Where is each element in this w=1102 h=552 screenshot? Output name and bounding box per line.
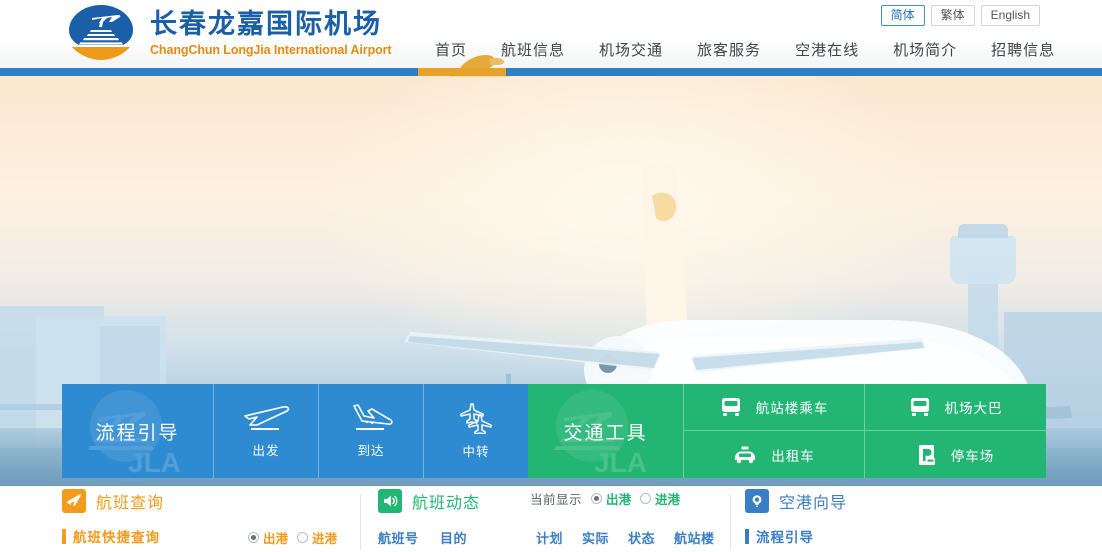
nav-label-flight-info: 航班信息 <box>501 42 566 59</box>
transport-grid: 航站楼乘车 机场大巴 出租车 停车场 <box>684 384 1046 478</box>
radio-departure-button[interactable] <box>248 532 259 543</box>
airport-guide-subtitle: 流程引导 <box>756 530 814 545</box>
transport-parking[interactable]: 停车场 <box>865 431 1046 478</box>
flight-query-subrow: 航班快捷查询 出港 进港 <box>62 524 392 548</box>
flight-query-subtitle: 航班快捷查询 <box>73 530 160 545</box>
arrival-plane-icon <box>353 404 393 430</box>
flight-query-direction-radios: 出港 进港 <box>248 528 337 547</box>
flight-status-title: 航班动态 <box>412 495 481 512</box>
nav-label-about: 机场简介 <box>893 42 958 59</box>
main-navigation: 首页 航班信息 机场交通 旅客服务 空港在线 机场简介 招聘信息 <box>418 40 1072 77</box>
airport-guide-title: 空港向导 <box>779 495 848 512</box>
tile-label-departure: 出发 <box>252 444 280 458</box>
column-header-flight-no: 航班号 <box>378 530 419 546</box>
lang-button-simplified[interactable]: 简体 <box>880 5 925 26</box>
airport-guide-subrow: 流程引导 <box>745 524 1045 548</box>
page-root: 长春龙嘉国际机场 ChangChun LongJia International… <box>0 0 1102 552</box>
lang-button-traditional[interactable]: 繁体 <box>930 5 975 26</box>
tile-arrival[interactable]: 到达 <box>319 384 424 478</box>
flight-status-direction-radios: 出港 进港 <box>591 489 680 508</box>
transport-label-airport-bus: 机场大巴 <box>944 401 1003 416</box>
airport-roundel-logo-icon <box>62 3 140 61</box>
current-display-label: 当前显示 <box>530 493 583 507</box>
plane-icon <box>62 489 86 513</box>
lang-button-english[interactable]: English <box>980 5 1040 26</box>
nav-item-recruitment[interactable]: 招聘信息 <box>974 40 1072 62</box>
nav-item-airport-transport[interactable]: 机场交通 <box>582 40 680 62</box>
site-logo[interactable]: 长春龙嘉国际机场 ChangChun LongJia International… <box>62 3 392 61</box>
transport-label-parking: 停车场 <box>950 448 995 464</box>
orange-tick-marker <box>62 528 66 544</box>
transport-label: 交通工具 <box>563 422 648 444</box>
flight-status-table-header: 航班号 目的 计划 实际 状态 航站楼 <box>378 526 730 548</box>
flight-status-header: 航班动态 当前显示 出港 进港 <box>378 486 730 516</box>
blue-tick-marker <box>745 528 749 544</box>
column-divider <box>730 494 731 550</box>
flight-query-header: 航班查询 <box>62 486 392 516</box>
bottom-section: 航班查询 航班快捷查询 出港 进港 航班动态 当前显示 出港 进港 航班号 目的… <box>0 486 1102 552</box>
active-nav-indicator <box>418 68 506 76</box>
logo-title-en: ChangChun LongJia International Airport <box>150 43 392 57</box>
status-radio-departure-label: 出港 <box>606 493 632 507</box>
status-radio-departure-button[interactable] <box>591 493 603 504</box>
nav-label-airport-online: 空港在线 <box>795 42 860 59</box>
nav-label-home: 首页 <box>435 42 468 59</box>
parking-icon <box>918 444 935 465</box>
taxi-icon <box>735 446 756 463</box>
transport-label-terminal-shuttle: 航站楼乘车 <box>755 401 829 416</box>
column-header-terminal: 航站楼 <box>674 530 715 546</box>
status-radio-arrival[interactable]: 进港 <box>640 489 680 508</box>
flight-status-controls: 当前显示 出港 进港 <box>530 489 680 508</box>
tile-transfer[interactable]: 中转 <box>424 384 528 478</box>
column-header-actual: 实际 <box>582 530 610 546</box>
header-accent-bar <box>0 68 1102 76</box>
speaker-icon <box>378 489 402 513</box>
tile-departure[interactable]: 出发 <box>214 384 319 478</box>
radio-arrival-button[interactable] <box>297 532 309 543</box>
logo-title-cn: 长春龙嘉国际机场 <box>150 9 382 39</box>
bus-icon <box>910 398 929 416</box>
language-switcher: 简体 繁体 English <box>880 5 1040 26</box>
transport-title[interactable]: 交通工具 <box>528 384 684 478</box>
bus-icon <box>721 398 740 416</box>
nav-label-passenger-service: 旅客服务 <box>697 42 762 59</box>
status-radio-arrival-label: 进港 <box>655 493 681 507</box>
tile-label-arrival: 到达 <box>357 444 385 458</box>
transport-taxi[interactable]: 出租车 <box>684 431 865 478</box>
radio-departure[interactable]: 出港 <box>248 528 288 547</box>
radio-arrival[interactable]: 进港 <box>297 528 337 547</box>
status-radio-arrival-button[interactable] <box>640 493 652 504</box>
airport-guide-panel: 空港向导 流程引导 <box>745 486 1045 552</box>
nav-item-airport-online[interactable]: 空港在线 <box>778 40 876 62</box>
transport-airport-bus[interactable]: 机场大巴 <box>865 384 1046 431</box>
flight-query-title: 航班查询 <box>96 495 165 512</box>
departure-plane-icon <box>244 406 290 430</box>
nav-item-about[interactable]: 机场简介 <box>876 40 974 62</box>
flight-status-panel: 航班动态 当前显示 出港 进港 航班号 目的 计划 实际 状态 航站楼 <box>378 486 730 552</box>
process-guide-label: 流程引导 <box>95 422 180 444</box>
column-header-scheduled: 计划 <box>536 530 564 546</box>
flight-query-panel: 航班查询 航班快捷查询 出港 进港 <box>62 486 392 552</box>
transport-label-taxi: 出租车 <box>771 448 815 464</box>
nav-label-airport-transport: 机场交通 <box>599 42 664 59</box>
nav-label-recruitment: 招聘信息 <box>991 42 1056 59</box>
radio-arrival-label: 进港 <box>312 532 338 546</box>
transfer-plane-icon <box>460 403 492 434</box>
service-panel: JLA 流程引导 出发 到达 中转 JLA 交通工具 航站楼乘车 机场大巴 出租… <box>62 384 1046 478</box>
tile-label-transfer: 中转 <box>462 445 490 459</box>
nav-item-home[interactable]: 首页 <box>418 40 510 77</box>
radio-departure-label: 出港 <box>263 532 289 546</box>
transport-block: JLA 交通工具 航站楼乘车 机场大巴 出租车 停车场 <box>528 384 1046 478</box>
airport-guide-header: 空港向导 <box>745 486 1045 516</box>
column-header-status: 状态 <box>628 530 656 546</box>
site-header: 长春龙嘉国际机场 ChangChun LongJia International… <box>0 0 1102 77</box>
status-radio-departure[interactable]: 出港 <box>591 489 631 508</box>
lightbulb-pin-icon <box>745 489 769 513</box>
column-header-destination: 目的 <box>440 530 468 546</box>
nav-item-flight-info[interactable]: 航班信息 <box>484 40 582 62</box>
transport-terminal-shuttle[interactable]: 航站楼乘车 <box>684 384 865 431</box>
process-guide-title[interactable]: 流程引导 <box>62 384 214 478</box>
nav-item-passenger-service[interactable]: 旅客服务 <box>680 40 778 62</box>
process-guide-block: JLA 流程引导 出发 到达 中转 <box>62 384 528 478</box>
